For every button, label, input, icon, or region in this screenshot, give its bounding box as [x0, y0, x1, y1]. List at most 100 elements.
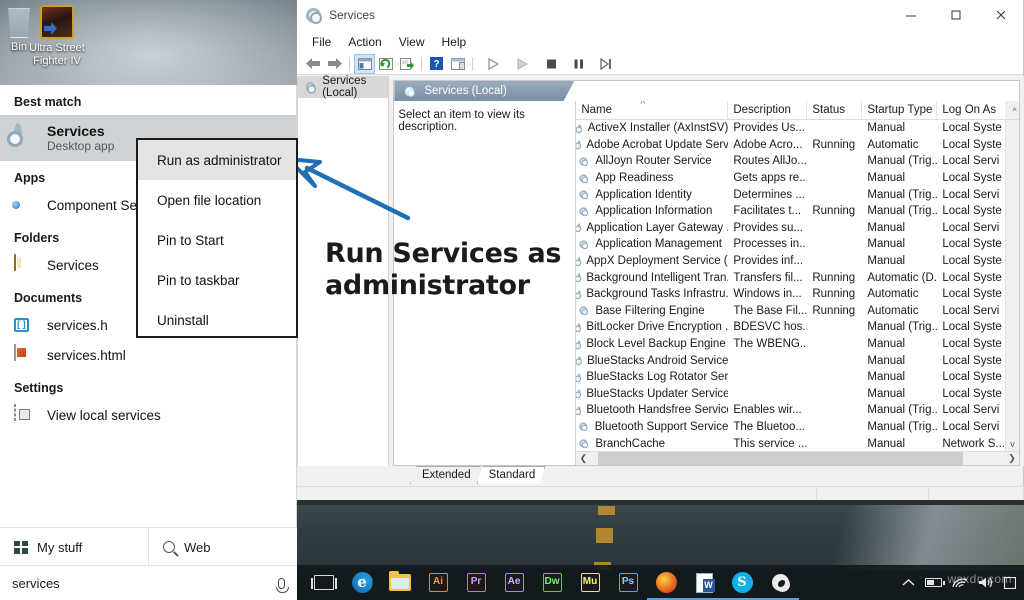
menu-item-action[interactable]: Action [341, 33, 388, 51]
taskbar-item-premiere[interactable]: Pr [457, 565, 495, 600]
table-row[interactable]: App ReadinessGets apps re...ManualLocal … [576, 170, 1005, 187]
taskbar[interactable]: e Ai Pr Ae Dw Mu Ps S [297, 565, 1024, 600]
context-menu-item[interactable]: Uninstall [138, 300, 296, 340]
column-header-name[interactable]: Name ^ [576, 101, 728, 119]
column-header-description[interactable]: Description [728, 101, 807, 119]
context-menu-item[interactable]: Pin to taskbar [138, 260, 296, 300]
menu-item-file[interactable]: File [305, 33, 338, 51]
cell-log-on-as: Local Syste [937, 139, 1005, 151]
back-arrow-icon[interactable] [303, 54, 324, 74]
table-row[interactable]: BlueStacks Updater ServiceManualLocal Sy… [576, 386, 1005, 403]
table-row[interactable]: Adobe Acrobat Update Serv...Adobe Acro..… [576, 137, 1005, 154]
table-row[interactable]: BranchCacheThis service ...ManualNetwork… [576, 435, 1005, 451]
battery-icon[interactable] [925, 565, 942, 600]
pause-service-icon[interactable] [568, 54, 589, 74]
taskbar-item-services[interactable] [761, 565, 799, 600]
context-menu-item[interactable]: Run as administrator [138, 140, 296, 180]
table-row[interactable]: AllJoyn Router ServiceRoutes AllJo...Man… [576, 153, 1005, 170]
taskbar-item-firefox[interactable] [647, 565, 685, 600]
table-row[interactable]: ActiveX Installer (AxInstSV)Provides Us.… [576, 120, 1005, 137]
help-icon[interactable]: ? [426, 54, 447, 74]
taskbar-item-muse[interactable]: Mu [571, 565, 609, 600]
desktop-icon-ultra-street-fighter-iv[interactable]: Ultra Street Fighter IV [20, 5, 94, 68]
restart-service-icon[interactable] [595, 54, 616, 74]
scroll-right-icon[interactable]: ❯ [1005, 453, 1019, 464]
start-menu-footer[interactable]: My stuff Web services [0, 527, 297, 600]
table-row[interactable]: AppX Deployment Service (...Provides inf… [576, 253, 1005, 270]
table-row[interactable]: BlueStacks Android ServiceManualLocal Sy… [576, 352, 1005, 369]
taskbar-item-dreamweaver[interactable]: Dw [533, 565, 571, 600]
start-service-icon[interactable] [483, 54, 504, 74]
search-result-item[interactable]: services.html [0, 341, 296, 371]
menu-item-view[interactable]: View [392, 33, 432, 51]
table-row[interactable]: Background Intelligent Tran...Transfers … [576, 269, 1005, 286]
chevron-up-icon[interactable] [902, 565, 915, 600]
table-row[interactable]: Bluetooth Handsfree ServiceEnables wir..… [576, 402, 1005, 419]
context-menu-item[interactable]: Pin to Start [138, 220, 296, 260]
table-row[interactable]: BlueStacks Log Rotator Serv...ManualLoca… [576, 369, 1005, 386]
services-row-container: ActiveX Installer (AxInstSV)Provides Us.… [576, 120, 1005, 451]
table-row[interactable]: Application InformationFacilitates t...R… [576, 203, 1005, 220]
minimize-button[interactable] [888, 0, 933, 30]
table-row[interactable]: Background Tasks Infrastru...Windows in.… [576, 286, 1005, 303]
column-header-status[interactable]: Status [807, 101, 862, 119]
table-row[interactable]: BitLocker Drive Encryption ...BDESVC hos… [576, 319, 1005, 336]
context-menu[interactable]: Run as administratorOpen file locationPi… [136, 138, 298, 338]
menu-item-help[interactable]: Help [435, 33, 474, 51]
pane-header-label: Services (Local) [424, 85, 506, 97]
table-row[interactable]: Base Filtering EngineThe Base Fil...Runn… [576, 303, 1005, 320]
show-hide-console-tree-icon[interactable] [354, 54, 375, 74]
taskbar-item-illustrator[interactable]: Ai [419, 565, 457, 600]
table-row[interactable]: Application ManagementProcesses in...Man… [576, 236, 1005, 253]
window-title-bar[interactable]: Services [297, 0, 1023, 30]
services-list[interactable]: Name ^ Description Status Startup Type L… [576, 101, 1019, 465]
refresh-icon[interactable] [375, 54, 396, 74]
search-result-item[interactable]: View local services [0, 401, 296, 431]
menu-bar[interactable]: File Action View Help [297, 30, 1023, 53]
taskbar-item-after-effects[interactable]: Ae [495, 565, 533, 600]
search-input[interactable]: services [0, 565, 297, 600]
column-header-startup-type[interactable]: Startup Type [862, 101, 937, 119]
settings-icon [14, 404, 16, 421]
taskbar-item-edge[interactable]: e [343, 565, 381, 600]
column-header-log-on-as[interactable]: Log On As [937, 101, 1005, 119]
context-menu-item[interactable]: Open file location [138, 180, 296, 220]
cell-startup-type: Manual [862, 371, 937, 383]
forward-arrow-icon[interactable] [324, 54, 345, 74]
show-hide-action-pane-icon[interactable] [447, 54, 468, 74]
vertical-scrollbar[interactable]: v [1005, 120, 1019, 451]
table-row[interactable]: Bluetooth Support ServiceThe Bluetoo...M… [576, 419, 1005, 436]
resume-service-icon[interactable] [512, 54, 533, 74]
toolbar[interactable]: ? [297, 53, 1023, 75]
services-list-header[interactable]: Name ^ Description Status Startup Type L… [576, 101, 1019, 120]
close-button[interactable] [978, 0, 1023, 30]
vertical-scrollbar-up[interactable]: ^ [1005, 101, 1019, 119]
table-row[interactable]: Block Level Backup Engine ...The WBENG..… [576, 336, 1005, 353]
taskbar-item-skype[interactable]: S [723, 565, 761, 600]
tab-extended[interactable]: Extended [410, 466, 481, 484]
web-search-button[interactable]: Web [148, 528, 297, 566]
my-stuff-button[interactable]: My stuff [0, 528, 148, 566]
tab-standard[interactable]: Standard [477, 466, 546, 484]
table-row[interactable]: Application IdentityDetermines ...Manual… [576, 186, 1005, 203]
scroll-track[interactable] [590, 452, 1005, 465]
table-row[interactable]: Application Layer Gateway ...Provides su… [576, 220, 1005, 237]
services-gear-icon [306, 8, 321, 23]
stop-service-icon[interactable] [541, 54, 562, 74]
search-input-value[interactable]: services [12, 576, 278, 591]
taskbar-item-word[interactable] [685, 565, 723, 600]
taskbar-item-task-view[interactable] [305, 565, 343, 600]
scroll-left-icon[interactable]: ❮ [576, 453, 590, 464]
word-icon [696, 573, 713, 593]
file-explorer-icon [389, 574, 411, 591]
taskbar-item-file-explorer[interactable] [381, 565, 419, 600]
view-tabs[interactable]: Extended Standard [410, 466, 541, 484]
tree-root-node[interactable]: Services (Local) [298, 76, 388, 98]
taskbar-item-photoshop[interactable]: Ps [609, 565, 647, 600]
maximize-button[interactable] [933, 0, 978, 30]
scroll-down-icon[interactable]: v [1010, 439, 1015, 451]
horizontal-scrollbar[interactable]: ❮ ❯ [576, 451, 1019, 465]
export-list-icon[interactable] [396, 54, 417, 74]
microphone-icon[interactable] [278, 578, 285, 589]
scroll-thumb[interactable] [598, 452, 963, 465]
